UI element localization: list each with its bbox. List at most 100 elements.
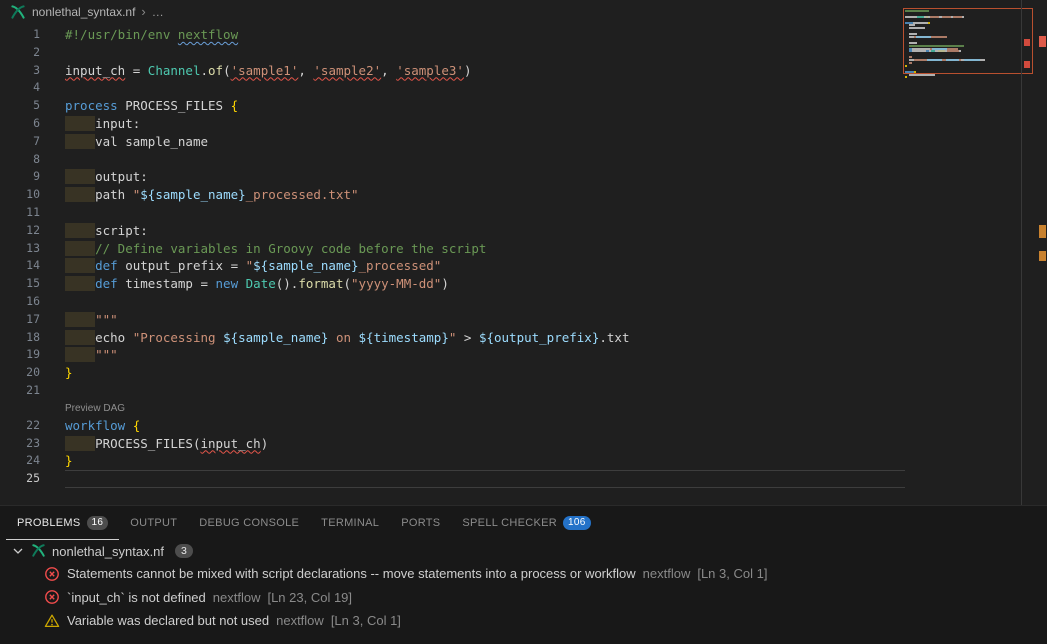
problem-location: [Ln 23, Col 19]	[267, 590, 352, 605]
line-number: 18	[0, 329, 40, 347]
line-number: 1	[0, 26, 40, 44]
code-line[interactable]: 16	[0, 293, 905, 311]
code-line[interactable]: 3input_ch = Channel.of('sample1', 'sampl…	[0, 62, 905, 80]
line-number: 9	[0, 168, 40, 186]
code-line[interactable]: 21	[0, 382, 905, 400]
code-line[interactable]: 25	[0, 470, 905, 488]
problem-source: nextflow	[643, 566, 691, 581]
line-number: 7	[0, 133, 40, 151]
problems-file-row[interactable]: nonlethal_syntax.nf 3	[0, 540, 1047, 562]
line-number: 23	[0, 435, 40, 453]
line-number: 16	[0, 293, 40, 311]
line-number: 5	[0, 97, 40, 115]
breadcrumb: nonlethal_syntax.nf › …	[0, 0, 1047, 24]
line-number: 13	[0, 240, 40, 258]
overview-ruler-error-mark	[1039, 36, 1046, 47]
minimap-error-mark	[1024, 39, 1030, 46]
panel-tab-terminal[interactable]: TERMINAL	[310, 506, 390, 540]
error-icon	[44, 566, 60, 582]
problem-row[interactable]: Statements cannot be mixed with script d…	[0, 562, 1047, 586]
panel-tabs: PROBLEMS 16 OUTPUT DEBUG CONSOLE TERMINAL POR…	[0, 506, 1047, 540]
line-number: 24	[0, 452, 40, 470]
panel-tab-spell-checker[interactable]: SPELL CHECKER 106	[451, 506, 601, 540]
code-line[interactable]: 13 // Define variables in Groovy code be…	[0, 240, 905, 258]
panel-tab-label: TERMINAL	[321, 517, 379, 529]
nextflow-logo-icon	[10, 4, 26, 20]
line-number: 4	[0, 79, 40, 97]
panel-tab-problems[interactable]: PROBLEMS 16	[6, 506, 119, 540]
code-line[interactable]: 7 val sample_name	[0, 133, 905, 151]
panel-tab-label: PORTS	[401, 517, 440, 529]
problem-message: Variable was declared but not used	[67, 613, 269, 628]
line-number: 17	[0, 311, 40, 329]
error-icon	[44, 589, 60, 605]
codelens-row: Preview DAG	[0, 400, 905, 417]
problem-source: nextflow	[276, 613, 324, 628]
panel-tab-badge: 16	[87, 516, 109, 530]
panel-tab-output[interactable]: OUTPUT	[119, 506, 188, 540]
line-number: 19	[0, 346, 40, 364]
code-line[interactable]: 18 echo "Processing ${sample_name} on ${…	[0, 329, 905, 347]
breadcrumb-separator-icon: ›	[141, 6, 145, 18]
code-line[interactable]: 22workflow {	[0, 417, 905, 435]
code-line[interactable]: 11	[0, 204, 905, 222]
code-line[interactable]: 14 def output_prefix = "${sample_name}_p…	[0, 257, 905, 275]
code-line[interactable]: 12 script:	[0, 222, 905, 240]
problem-message: Statements cannot be mixed with script d…	[67, 566, 636, 581]
code-line[interactable]: 19 """	[0, 346, 905, 364]
panel-tab-label: DEBUG CONSOLE	[199, 517, 299, 529]
codelens-link[interactable]: Preview DAG	[65, 400, 905, 417]
code-line[interactable]: 6 input:	[0, 115, 905, 133]
minimap-error-mark	[1024, 61, 1030, 68]
code-line[interactable]: 23 PROCESS_FILES(input_ch)	[0, 435, 905, 453]
problems-count-badge: 3	[175, 544, 193, 558]
line-number: 20	[0, 364, 40, 382]
problem-location: [Ln 3, Col 1]	[697, 566, 767, 581]
line-number: 6	[0, 115, 40, 133]
code-line[interactable]: 8	[0, 151, 905, 169]
line-number: 25	[0, 470, 40, 488]
code-line[interactable]: 5process PROCESS_FILES {	[0, 97, 905, 115]
problem-row[interactable]: `input_ch` is not defined nextflow [Ln 23,…	[0, 586, 1047, 610]
minimap[interactable]	[905, 10, 1019, 82]
line-number: 22	[0, 417, 40, 435]
panel-tab-label: SPELL CHECKER	[462, 517, 557, 529]
minimap-divider	[1021, 0, 1022, 505]
code-lines: 1#!/usr/bin/env nextflow23input_ch = Cha…	[0, 24, 905, 488]
code-line[interactable]: 20}	[0, 364, 905, 382]
overview-ruler-warning-mark	[1039, 251, 1046, 261]
code-line[interactable]: 9 output:	[0, 168, 905, 186]
line-number: 2	[0, 44, 40, 62]
overview-ruler-warning-mark	[1039, 225, 1046, 238]
breadcrumb-filename[interactable]: nonlethal_syntax.nf	[32, 5, 135, 19]
problem-row[interactable]: Variable was declared but not used nextfl…	[0, 609, 1047, 633]
code-line[interactable]: 24}	[0, 452, 905, 470]
code-line[interactable]: 4	[0, 79, 905, 97]
problems-file-name: nonlethal_syntax.nf	[52, 544, 164, 559]
bottom-panel: PROBLEMS 16 OUTPUT DEBUG CONSOLE TERMINAL POR…	[0, 505, 1047, 644]
line-number: 12	[0, 222, 40, 240]
line-number: 21	[0, 382, 40, 400]
line-number: 14	[0, 257, 40, 275]
code-editor[interactable]: 1#!/usr/bin/env nextflow23input_ch = Cha…	[0, 24, 905, 505]
problem-source: nextflow	[213, 590, 261, 605]
line-number: 10	[0, 186, 40, 204]
code-line[interactable]: 10 path "${sample_name}_processed.txt"	[0, 186, 905, 204]
code-line[interactable]: 15 def timestamp = new Date().format("yy…	[0, 275, 905, 293]
vscode-window: nonlethal_syntax.nf › … 1#!/usr/bin/env …	[0, 0, 1047, 644]
line-number: 15	[0, 275, 40, 293]
problem-message: `input_ch` is not defined	[67, 590, 206, 605]
panel-tab-badge: 106	[563, 516, 591, 530]
panel-tab-ports[interactable]: PORTS	[390, 506, 451, 540]
nextflow-file-icon	[31, 543, 47, 559]
problems-list: Statements cannot be mixed with script d…	[0, 562, 1047, 633]
panel-tab-debug-console[interactable]: DEBUG CONSOLE	[188, 506, 310, 540]
breadcrumb-more[interactable]: …	[152, 5, 164, 19]
line-number: 3	[0, 62, 40, 80]
code-line[interactable]: 17 """	[0, 311, 905, 329]
chevron-down-icon[interactable]	[10, 543, 26, 559]
problem-location: [Ln 3, Col 1]	[331, 613, 401, 628]
code-line[interactable]: 2	[0, 44, 905, 62]
code-line[interactable]: 1#!/usr/bin/env nextflow	[0, 26, 905, 44]
panel-tab-label: PROBLEMS	[17, 517, 81, 529]
